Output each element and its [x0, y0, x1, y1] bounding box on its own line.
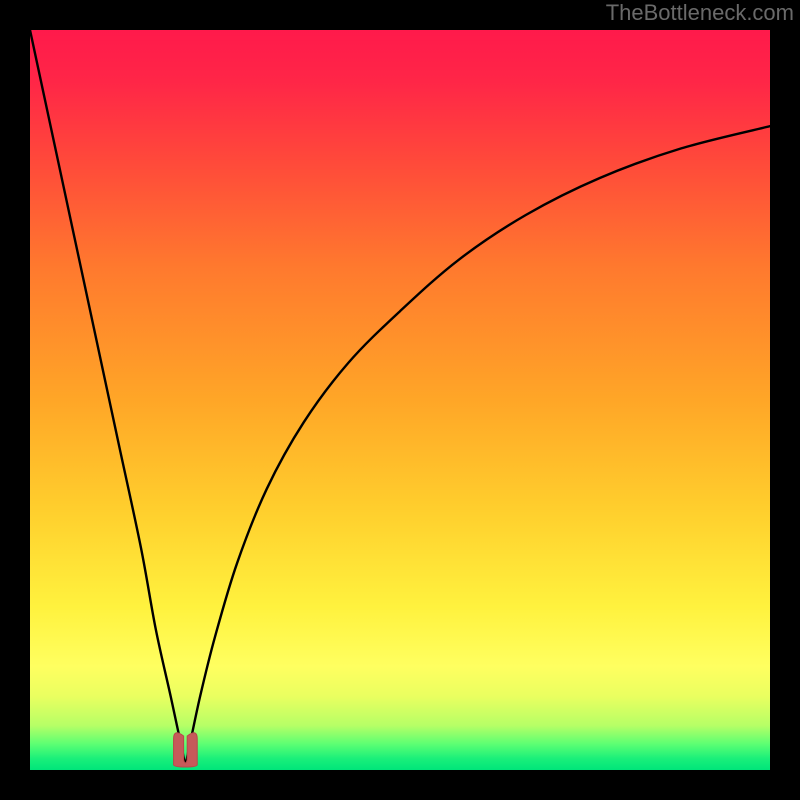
attribution-label: TheBottleneck.com: [606, 0, 794, 26]
gradient-background: [30, 30, 770, 770]
bottleneck-plot: [0, 0, 800, 800]
